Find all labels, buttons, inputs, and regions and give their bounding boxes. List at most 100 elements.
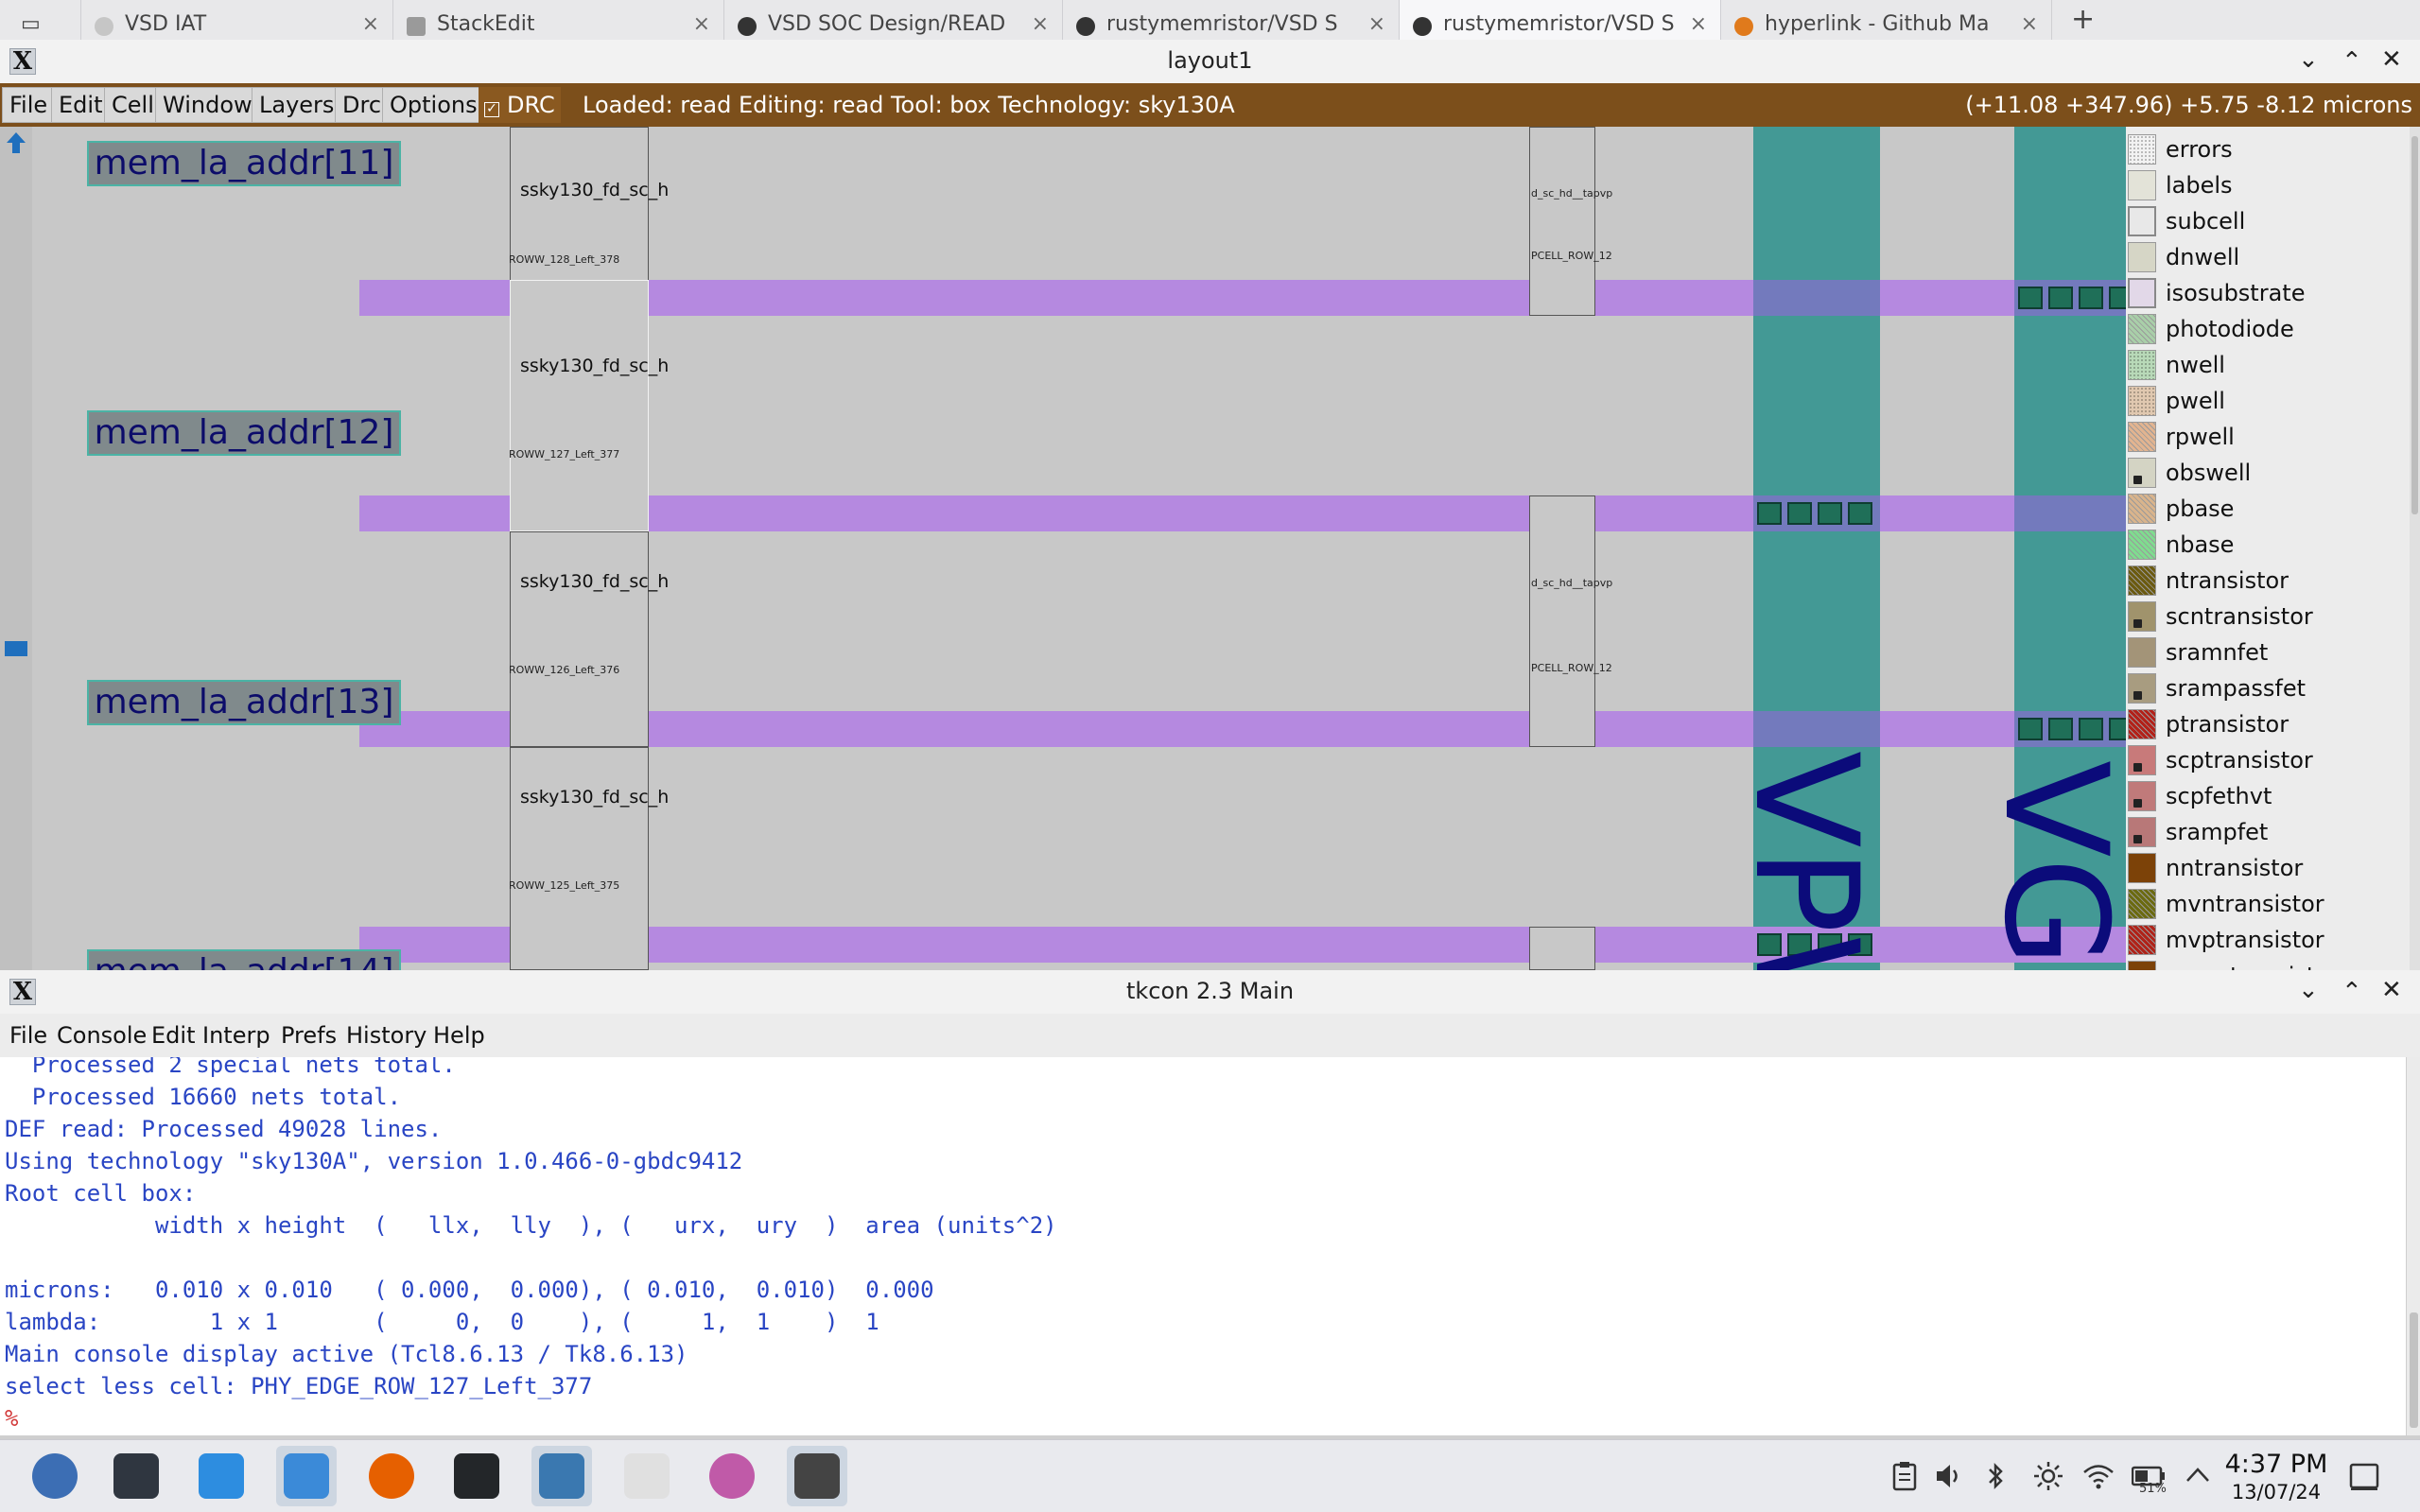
browser-tab[interactable]: rustymemristor/VSD S × [1063,0,1400,40]
layer-row-ntransistor[interactable]: ntransistor [2128,564,2289,598]
layer-swatch[interactable] [2128,853,2156,883]
taskbar-app-klayout-eye[interactable] [702,1446,762,1506]
layer-row-errors[interactable]: errors [2128,132,2233,166]
layer-row-subcell[interactable]: subcell [2128,204,2245,238]
layer-row-scptransistor[interactable]: scptransistor [2128,743,2313,777]
browser-tab[interactable]: StackEdit × [393,0,724,40]
pin-label[interactable]: mem_la_addr[13] [87,680,401,725]
minimize-button[interactable]: ⌄ [2298,45,2319,74]
tab-close-icon[interactable]: × [1032,12,1049,36]
browser-menu[interactable]: ▭ [0,0,81,40]
close-button[interactable]: ✕ [2381,45,2402,74]
layer-row-srampfet[interactable]: srampfet [2128,815,2268,849]
menu-options[interactable]: Options [382,87,485,123]
magic-window-titlebar[interactable]: X layout1 ⌄ ⌃ ✕ [0,40,2420,84]
browser-tab[interactable]: VSD SOC Design/READ × [724,0,1063,40]
layer-row-mvptransistor[interactable]: mvptransistor [2128,923,2324,957]
browser-tab-active[interactable]: rustymemristor/VSD S × [1400,0,1721,40]
tab-close-icon[interactable]: × [693,12,710,36]
pin-label[interactable]: mem_la_addr[12] [87,410,401,456]
taskbar-app-system-settings[interactable] [106,1446,166,1506]
menu-console[interactable]: Console [57,1014,147,1057]
layer-row-nwell[interactable]: nwell [2128,348,2225,382]
layer-swatch[interactable] [2128,170,2156,200]
close-button[interactable]: ✕ [2381,976,2402,1004]
taskbar-app-x-window[interactable] [787,1446,847,1506]
layer-row-isosubstrate[interactable]: isosubstrate [2128,276,2305,310]
brightness-icon[interactable] [2033,1461,2063,1491]
maximize-button[interactable]: ⌃ [2342,47,2362,76]
chevron-up-icon[interactable] [2185,1465,2211,1484]
menu-file[interactable]: File [9,1014,47,1057]
layer-row-sramnfet[interactable]: sramnfet [2128,635,2268,669]
layer-swatch[interactable] [2128,242,2156,272]
console-output[interactable]: Processed 2 special nets total. Processe… [0,1057,2406,1435]
endcap-cell-selected[interactable] [510,280,649,531]
taskbar-app-screenshot-tool[interactable] [531,1446,592,1506]
show-desktop-icon[interactable] [2349,1463,2379,1491]
taskbar-app-discover-store[interactable] [191,1446,252,1506]
tkcon-window-titlebar[interactable]: X tkcon 2.3 Main ⌄ ⌃ ✕ [0,970,2420,1015]
layers-scrollbar[interactable] [2410,127,2420,970]
layer-swatch[interactable] [2128,278,2156,308]
menu-layers[interactable]: Layers [252,87,342,123]
tap-cell[interactable] [1529,927,1595,970]
layer-swatch[interactable] [2128,206,2156,236]
pin-label[interactable]: mem_la_addr[11] [87,141,401,186]
new-tab-button[interactable]: + [2052,0,2118,40]
tap-cell[interactable] [1529,127,1595,316]
endcap-cell[interactable] [510,747,649,970]
taskbar-app-fedora-launcher[interactable] [25,1446,85,1506]
scrollbar-thumb[interactable] [2410,1312,2418,1428]
layer-swatch[interactable] [2128,817,2156,847]
layer-row-pbase[interactable]: pbase [2128,492,2234,526]
tap-cell[interactable] [1529,495,1595,747]
layer-swatch[interactable] [2128,961,2156,970]
layer-swatch[interactable] [2128,781,2156,811]
minimize-button[interactable]: ⌄ [2298,976,2319,1004]
console-scrollbar[interactable] [2406,1057,2420,1435]
layer-swatch[interactable] [2128,422,2156,452]
layer-swatch[interactable] [2128,925,2156,955]
wifi-icon[interactable] [2082,1463,2115,1489]
menu-window[interactable]: Window [155,87,260,123]
layer-swatch[interactable] [2128,494,2156,524]
layer-swatch[interactable] [2128,709,2156,739]
layer-row-obswell[interactable]: obswell [2128,456,2251,490]
browser-tab[interactable]: hyperlink - Github Ma × [1721,0,2052,40]
menu-help[interactable]: Help [433,1014,485,1057]
layout-view[interactable]: ssky130_fd_sc_h ROWW_128_Left_378 ssky13… [32,127,2137,970]
layer-row-labels[interactable]: labels [2128,168,2233,202]
layer-swatch[interactable] [2128,458,2156,488]
taskbar-app-kdeconnect[interactable] [617,1446,677,1506]
layer-row-pwell[interactable]: pwell [2128,384,2225,418]
scrollbar-thumb[interactable] [2411,136,2418,514]
layer-swatch[interactable] [2128,530,2156,560]
tab-close-icon[interactable]: × [362,12,379,36]
menu-drc[interactable]: Drc [335,87,390,123]
layer-swatch[interactable] [2128,637,2156,668]
layer-row-scpfethvt[interactable]: scpfethvt [2128,779,2272,813]
layer-row-dnwell[interactable]: dnwell [2128,240,2239,274]
taskbar-app-firefox[interactable] [361,1446,422,1506]
endcap-cell[interactable] [510,531,649,747]
bluetooth-icon[interactable] [1986,1461,2005,1491]
tab-close-icon[interactable]: × [2021,12,2038,36]
layer-swatch[interactable] [2128,673,2156,704]
layer-row-scntransistor[interactable]: scntransistor [2128,600,2313,634]
battery-indicator[interactable]: 51% [2131,1459,2168,1496]
clock[interactable]: 4:37 PM 13/07/24 [2224,1450,2328,1504]
menu-prefs[interactable]: Prefs [281,1014,337,1057]
menu-file[interactable]: File [2,87,56,123]
layer-swatch[interactable] [2128,386,2156,416]
clipboard-icon[interactable] [1891,1461,1918,1491]
layer-swatch[interactable] [2128,745,2156,775]
taskbar-app-file-manager[interactable] [276,1446,337,1506]
layer-row-srampassfet[interactable]: srampassfet [2128,671,2306,705]
layer-row-rpwell[interactable]: rpwell [2128,420,2235,454]
layer-swatch[interactable] [2128,314,2156,344]
drc-indicator[interactable]: ✓ DRC [479,87,561,123]
layer-row-nbase[interactable]: nbase [2128,528,2234,562]
layer-row-photodiode[interactable]: photodiode [2128,312,2294,346]
console-prompt[interactable]: % [5,1402,18,1434]
